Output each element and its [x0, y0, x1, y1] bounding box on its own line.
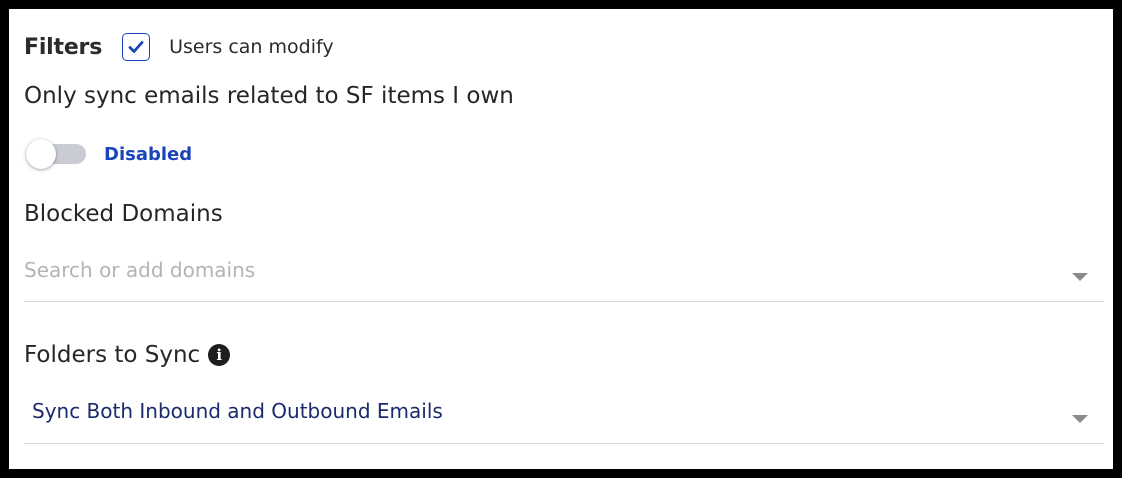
- users-can-modify-label: Users can modify: [169, 36, 334, 58]
- folders-to-sync-select[interactable]: Sync Both Inbound and Outbound Emails: [24, 393, 1104, 444]
- sync-owned-items-label: Only sync emails related to SF items I o…: [24, 83, 514, 109]
- sync-owned-toggle[interactable]: [26, 139, 86, 169]
- folders-to-sync-label: Folders to Sync: [24, 342, 201, 368]
- blocked-domains-input[interactable]: [24, 255, 1024, 285]
- toggle-knob[interactable]: [26, 139, 56, 169]
- folders-to-sync-header: Folders to Sync i: [24, 342, 231, 368]
- checkmark-icon: [128, 41, 144, 53]
- info-circle-icon[interactable]: i: [208, 344, 231, 366]
- users-can-modify-checkbox[interactable]: [122, 33, 151, 61]
- blocked-domains-field: [24, 251, 1104, 302]
- filters-title: Filters: [24, 34, 103, 60]
- sync-owned-toggle-row: Disabled: [26, 139, 192, 169]
- chevron-down-icon[interactable]: [1072, 415, 1088, 423]
- toggle-status-label: Disabled: [104, 143, 193, 165]
- blocked-domains-label: Blocked Domains: [24, 201, 223, 227]
- chevron-down-icon[interactable]: [1072, 273, 1088, 281]
- filters-panel: Filters Users can modify Only sync email…: [9, 9, 1113, 469]
- filters-header: Filters Users can modify: [24, 30, 334, 64]
- folders-to-sync-selected-value: Sync Both Inbound and Outbound Emails: [32, 399, 443, 423]
